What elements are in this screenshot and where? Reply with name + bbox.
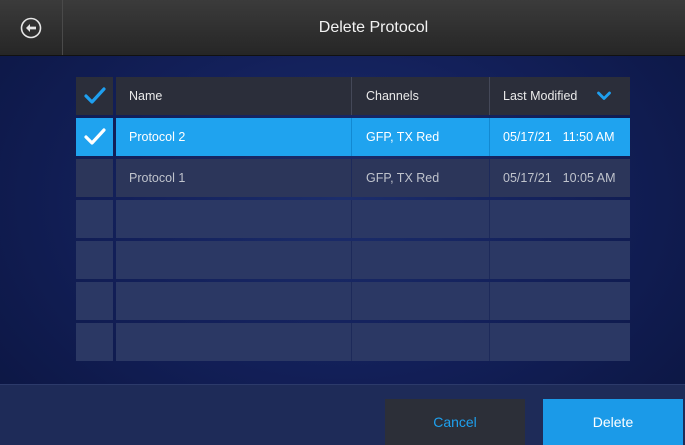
protocol-date: 05/17/21 bbox=[503, 171, 552, 185]
protocol-channels: GFP, TX Red bbox=[352, 118, 490, 156]
page-title: Delete Protocol bbox=[318, 19, 429, 36]
empty-cell bbox=[490, 200, 630, 238]
protocol-time: 10:05 AM bbox=[562, 171, 616, 185]
row-checkbox[interactable] bbox=[76, 159, 113, 197]
title-bar: Delete Protocol bbox=[0, 0, 685, 56]
empty-table-row bbox=[76, 241, 630, 279]
column-header-last-modified-label: Last Modified bbox=[503, 89, 578, 103]
empty-cell bbox=[490, 241, 630, 279]
empty-cell bbox=[116, 200, 352, 238]
empty-cell bbox=[490, 282, 630, 320]
empty-cell bbox=[116, 282, 352, 320]
protocol-table: Name Channels Last Modified Protocol 2 G… bbox=[76, 77, 630, 364]
table-row[interactable]: Protocol 2 GFP, TX Red 05/17/21 11:50 AM bbox=[76, 118, 630, 156]
protocol-name: Protocol 2 bbox=[116, 118, 352, 156]
row-checkbox[interactable] bbox=[76, 118, 113, 156]
empty-cell bbox=[116, 241, 352, 279]
protocol-date: 05/17/21 bbox=[503, 130, 552, 144]
delete-button[interactable]: Delete bbox=[543, 399, 683, 445]
protocol-last-modified: 05/17/21 11:50 AM bbox=[490, 118, 630, 156]
empty-cell bbox=[352, 241, 490, 279]
empty-cell bbox=[352, 323, 490, 361]
empty-table-row bbox=[76, 323, 630, 361]
empty-cell bbox=[352, 282, 490, 320]
empty-cell bbox=[490, 323, 630, 361]
empty-checkbox-cell bbox=[76, 241, 113, 279]
protocol-time: 11:50 AM bbox=[562, 130, 615, 144]
table-header-row: Name Channels Last Modified bbox=[76, 77, 630, 115]
empty-table-row bbox=[76, 282, 630, 320]
checkmark-icon bbox=[83, 128, 106, 145]
empty-checkbox-cell bbox=[76, 200, 113, 238]
checkmark-icon bbox=[83, 87, 106, 104]
protocol-channels: GFP, TX Red bbox=[352, 159, 490, 197]
empty-checkbox-cell bbox=[76, 323, 113, 361]
chevron-down-icon[interactable] bbox=[597, 91, 612, 101]
column-header-channels[interactable]: Channels bbox=[352, 77, 490, 115]
action-bar: Cancel Delete bbox=[0, 384, 685, 445]
cancel-button[interactable]: Cancel bbox=[385, 399, 525, 445]
column-header-last-modified[interactable]: Last Modified bbox=[490, 77, 630, 115]
protocol-name: Protocol 1 bbox=[116, 159, 352, 197]
empty-table-row bbox=[76, 200, 630, 238]
empty-cell bbox=[116, 323, 352, 361]
empty-checkbox-cell bbox=[76, 282, 113, 320]
table-row[interactable]: Protocol 1 GFP, TX Red 05/17/21 10:05 AM bbox=[76, 159, 630, 197]
select-all-checkbox[interactable] bbox=[76, 77, 113, 115]
back-arrow-icon bbox=[20, 17, 42, 38]
back-button[interactable] bbox=[0, 0, 63, 55]
protocol-last-modified: 05/17/21 10:05 AM bbox=[490, 159, 630, 197]
empty-cell bbox=[352, 200, 490, 238]
column-header-name[interactable]: Name bbox=[116, 77, 352, 115]
